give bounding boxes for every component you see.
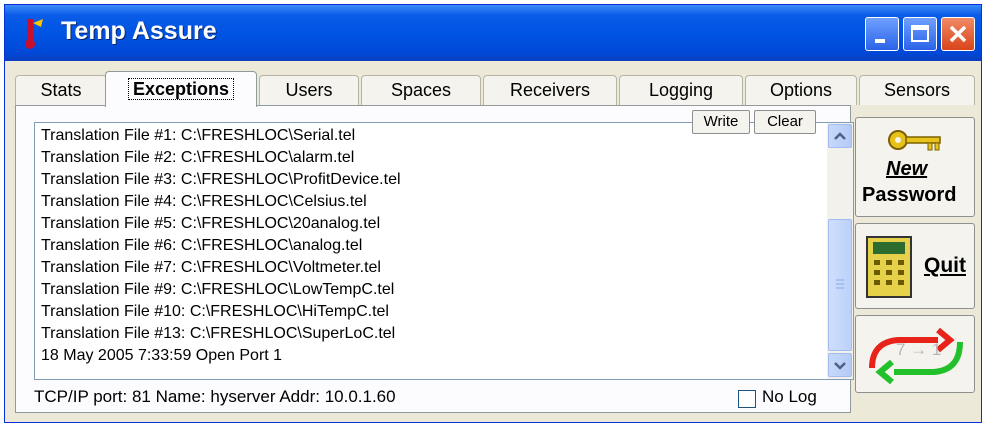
tab-label: Users <box>285 80 333 100</box>
new-label: New <box>886 158 928 180</box>
maximize-button[interactable] <box>903 17 937 51</box>
tab-spaces[interactable]: Spaces <box>361 75 481 105</box>
tab-label: Exceptions <box>127 78 235 100</box>
window-title: Temp Assure <box>61 17 217 45</box>
keypad-icon <box>866 236 912 298</box>
title-bar[interactable]: Temp Assure <box>5 5 981 61</box>
minimize-icon <box>875 39 885 43</box>
status-text: TCP/IP port: 81 Name: hyserver Addr: 10.… <box>34 387 396 406</box>
tab-exceptions[interactable]: Exceptions <box>105 71 257 107</box>
tab-options[interactable]: Options <box>745 75 857 105</box>
scroll-thumb[interactable] <box>828 219 852 351</box>
tab-bar: Stats Exceptions Users Spaces Receivers … <box>15 71 979 107</box>
quit-button[interactable]: Quit <box>855 223 975 309</box>
tab-label: Options <box>769 80 833 100</box>
list-item: Translation File #4: C:\FRESHLOC\Celsius… <box>41 193 367 210</box>
sync-button[interactable]: 7 → 1 <box>855 315 975 393</box>
write-button[interactable]: Write <box>692 110 750 134</box>
tab-sensors[interactable]: Sensors <box>859 75 975 105</box>
quit-label: Quit <box>924 254 966 277</box>
no-log-label: No Log <box>762 387 817 406</box>
sync-label: 7 → 1 <box>896 340 942 359</box>
new-password-button[interactable]: New Password <box>855 117 975 217</box>
close-icon <box>949 25 967 43</box>
list-item: Translation File #10: C:\FRESHLOC\HiTemp… <box>41 303 389 320</box>
tab-label: Receivers <box>509 80 591 100</box>
tab-label: Logging <box>648 80 714 100</box>
tab-label: Sensors <box>883 80 951 100</box>
tab-stats[interactable]: Stats <box>15 75 107 105</box>
tab-users[interactable]: Users <box>259 75 359 105</box>
list-item: 18 May 2005 7:33:59 Open Port 1 <box>41 347 283 364</box>
no-log-checkbox[interactable] <box>738 390 756 408</box>
maximize-icon <box>911 25 929 42</box>
clear-button[interactable]: Clear <box>754 110 816 134</box>
vertical-scrollbar[interactable] <box>827 123 853 379</box>
tab-label: Spaces <box>390 80 452 100</box>
list-item: Translation File #9: C:\FRESHLOC\LowTemp… <box>41 281 395 298</box>
scroll-up-button[interactable] <box>828 124 852 148</box>
list-item: Translation File #3: C:\FRESHLOC\ProfitD… <box>41 171 401 188</box>
scroll-down-button[interactable] <box>828 353 852 377</box>
grip-icon <box>836 279 844 289</box>
exceptions-panel: Translation File #1: C:\FRESHLOC\Serial.… <box>15 105 854 413</box>
app-icon <box>25 19 43 49</box>
list-item: Translation File #7: C:\FRESHLOC\Voltmet… <box>41 259 381 276</box>
list-item: Translation File #13: C:\FRESHLOC\SuperL… <box>41 325 396 342</box>
chevron-up-icon <box>834 132 846 140</box>
tab-logging[interactable]: Logging <box>619 75 743 105</box>
close-button[interactable] <box>941 17 975 51</box>
minimize-button[interactable] <box>865 17 899 51</box>
exceptions-lines: Translation File #1: C:\FRESHLOC\Serial.… <box>41 125 821 367</box>
chevron-down-icon <box>834 362 846 370</box>
list-item: Translation File #6: C:\FRESHLOC\analog.… <box>41 237 363 254</box>
password-label: Password <box>862 184 957 206</box>
app-window: Temp Assure Stats Exceptions Users Space… <box>4 4 982 423</box>
list-item: Translation File #2: C:\FRESHLOC\alarm.t… <box>41 149 355 166</box>
tab-label: Stats <box>40 80 82 100</box>
tab-receivers[interactable]: Receivers <box>483 75 617 105</box>
key-icon <box>888 130 941 151</box>
exceptions-list[interactable]: Translation File #1: C:\FRESHLOC\Serial.… <box>34 122 854 380</box>
list-item: Translation File #5: C:\FRESHLOC\20analo… <box>41 215 381 232</box>
